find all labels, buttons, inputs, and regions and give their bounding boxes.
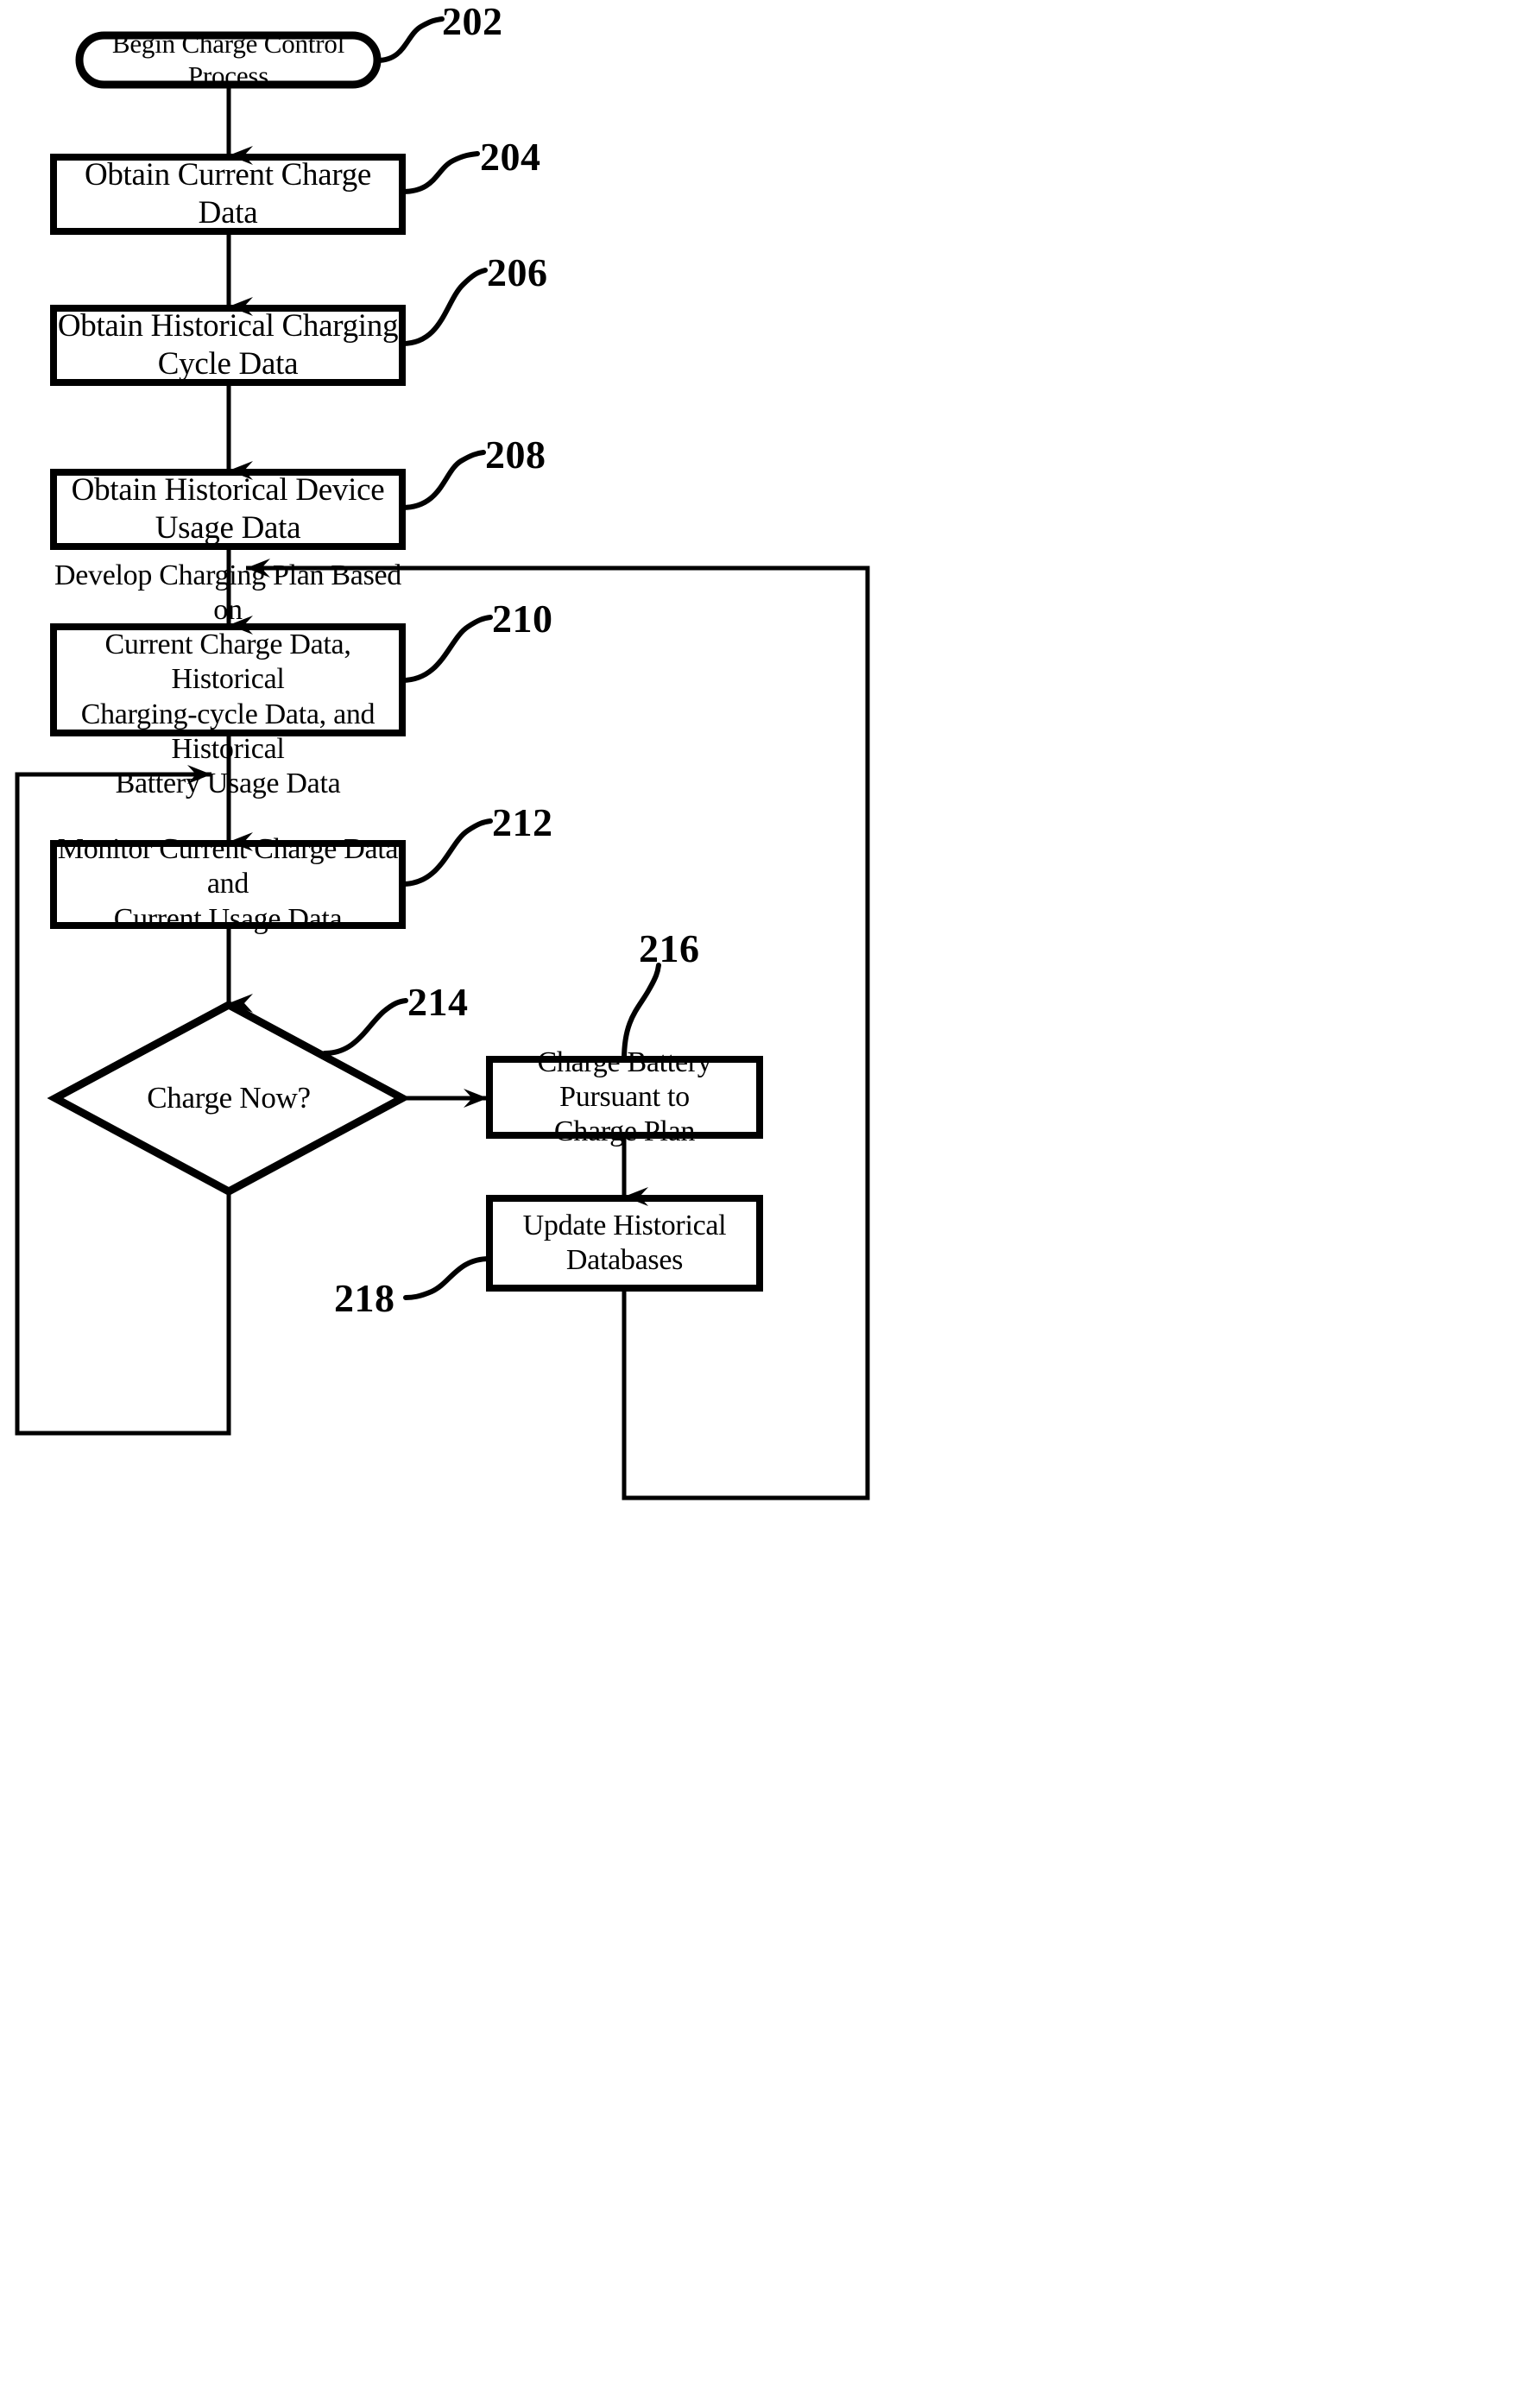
node-shape-204 bbox=[50, 154, 406, 235]
leader-line-206 bbox=[400, 268, 488, 346]
node-shape-206 bbox=[50, 305, 406, 386]
leader-line-218 bbox=[403, 1256, 492, 1300]
node-shape-216 bbox=[486, 1056, 763, 1139]
leader-line-212 bbox=[400, 818, 493, 887]
node-shape-208 bbox=[50, 469, 406, 550]
node-shape-202 bbox=[75, 31, 382, 89]
leader-line-208 bbox=[400, 450, 486, 510]
node-shape-214 bbox=[47, 1000, 411, 1197]
leader-line-204 bbox=[400, 151, 480, 194]
node-shape-218 bbox=[486, 1195, 763, 1292]
node-shape-212 bbox=[50, 840, 406, 929]
patent-figure: Begin Charge Control Process Obtain Curr… bbox=[0, 0, 1540, 2388]
leader-line-210 bbox=[400, 615, 493, 683]
node-shape-210 bbox=[50, 623, 406, 736]
leader-line-214 bbox=[322, 998, 408, 1056]
flowchart-canvas bbox=[15, 16, 870, 1500]
leader-line-216 bbox=[622, 963, 661, 1062]
leader-line-202 bbox=[375, 16, 445, 63]
